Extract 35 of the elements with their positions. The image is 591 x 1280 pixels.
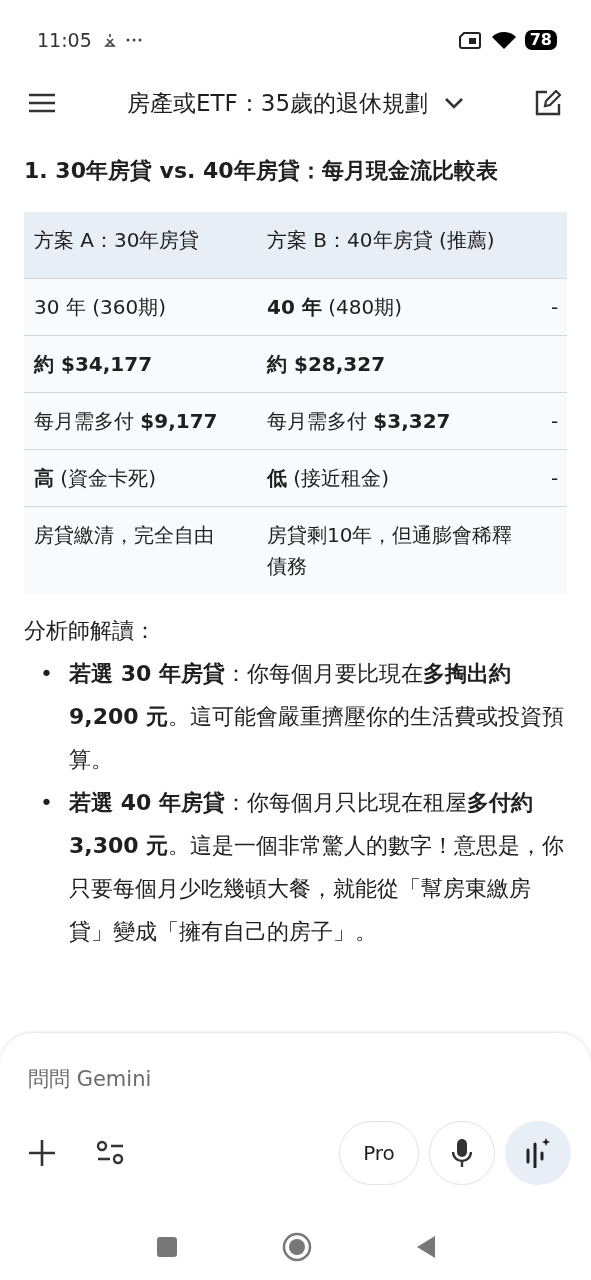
more-icon — [125, 38, 142, 42]
chevron-down-icon[interactable] — [444, 97, 465, 109]
battery-indicator: 78 — [524, 30, 557, 50]
table-cell: 約 $34,177 — [24, 335, 257, 393]
column-header: 方案 A：30年房貸 — [24, 212, 257, 279]
bullet-marker: • — [40, 660, 53, 688]
add-icon[interactable] — [28, 1139, 56, 1167]
table-cell: 房貸剩10年，但通膨會稀釋債務 — [257, 506, 541, 594]
clock: 11:05 — [37, 29, 92, 51]
home-icon[interactable] — [281, 1231, 312, 1262]
column-header: 方案 B：40年房貸 (推薦) — [257, 212, 541, 279]
chat-title[interactable]: 房產或ETF：35歲的退休規劃 — [126, 87, 429, 119]
recents-icon[interactable] — [155, 1235, 178, 1258]
bullet-text: 若選 30 年房貸：你每個月要比現在多掏出約 9,200 元。這可能會嚴重擠壓你的生活費或投資預算。 — [69, 660, 566, 774]
table-cell: - — [541, 449, 567, 507]
table-cell: 30 年 (360期) — [24, 278, 257, 336]
table-cell: 高 (資金卡死) — [24, 449, 257, 507]
table-cell: - — [541, 392, 567, 450]
table-cell: 低 (接近租金) — [257, 449, 541, 507]
bullet-text: 若選 40 年房貸：你每個月只比現在租屋多付約 3,300 元。這是一個非常驚人的數字！意思是，你只要每個月少吃幾頓大餐，就能從「幫房東繳房貸」變成「擁有自己的房子」。 — [69, 789, 566, 946]
table-cell: 約 $28,327 — [257, 335, 541, 393]
wifi-icon — [490, 30, 517, 50]
tools-icon[interactable] — [96, 1140, 126, 1166]
table-cell: - — [541, 278, 567, 336]
table-cell: 40 年 (480期) — [257, 278, 541, 336]
back-icon[interactable] — [415, 1234, 436, 1259]
menu-icon[interactable] — [28, 93, 56, 113]
table-cell: 每月需多付 $3,327 — [257, 392, 541, 450]
bullet-marker: • — [40, 789, 53, 817]
section-heading: 1. 30年房貸 vs. 40年房貸：每月現金流比較表 — [24, 157, 499, 185]
table-cell: 每月需多付 $9,177 — [24, 392, 257, 450]
sim-card-icon — [458, 31, 481, 49]
new-chat-icon[interactable] — [535, 90, 561, 116]
analysis-title: 分析師解讀： — [24, 617, 157, 645]
table-cell: 房貸繳清，完全自由 — [24, 506, 257, 594]
